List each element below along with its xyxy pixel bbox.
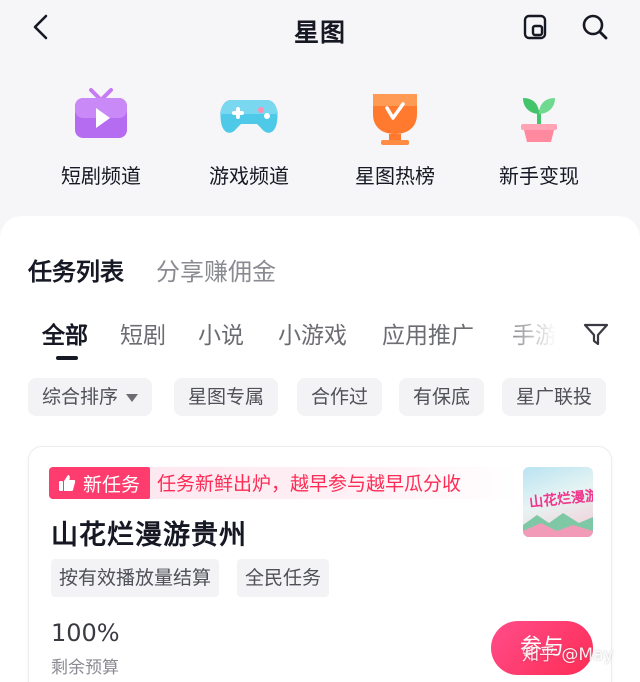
- sprout-icon: [521, 98, 557, 142]
- tab-fade-overlay: [500, 312, 570, 356]
- remaining-budget-value: 100%: [51, 619, 120, 647]
- trophy-icon: [373, 94, 417, 145]
- task-tag: 按有效播放量结算: [51, 559, 220, 597]
- chevron-left-icon[interactable]: [26, 12, 56, 42]
- quick-entry-label: 新手变现: [499, 164, 579, 188]
- gamepad-icon: [220, 100, 278, 133]
- quick-entry-row: 短剧频道 游戏频道 星图热榜 新手变现: [0, 78, 640, 198]
- category-tab-novel[interactable]: 小说: [198, 316, 244, 350]
- thumbnail-scenery: [523, 513, 593, 537]
- caret-down-icon: [126, 393, 139, 402]
- task-panel: 任务列表 分享赚佣金 全部 短剧 小说 小游戏 应用推广 手游 综合排序 星图专…: [0, 216, 640, 682]
- category-tab-short-drama[interactable]: 短剧: [120, 316, 166, 350]
- square-layout-icon[interactable]: [520, 12, 550, 42]
- filter-chip-guaranteed[interactable]: 有保底: [399, 378, 485, 416]
- task-tag: 全民任务: [237, 559, 330, 597]
- list-tab-bar: 任务列表 分享赚佣金: [28, 252, 308, 287]
- banner-text: 任务新鲜出炉，越早参与越早瓜分收: [157, 473, 462, 495]
- quick-entry-short-drama[interactable]: 短剧频道: [36, 78, 166, 189]
- thumbnail-text: 山花烂漫游贵州: [528, 484, 593, 512]
- top-bar: 星图: [0, 0, 640, 62]
- quick-entry-games[interactable]: 游戏频道: [184, 78, 314, 189]
- filter-chip-cooperated[interactable]: 合作过: [297, 378, 383, 416]
- quick-entry-label: 星图热榜: [355, 164, 435, 188]
- quick-entry-hot-list[interactable]: 星图热榜: [330, 78, 460, 189]
- quick-entry-label: 短剧频道: [61, 164, 141, 188]
- sort-label: 综合排序: [42, 386, 119, 408]
- watermark: 知乎 @May: [522, 645, 614, 665]
- tab-task-list[interactable]: 任务列表: [28, 252, 124, 287]
- category-tab-mini-game[interactable]: 小游戏: [278, 316, 347, 350]
- category-tab-all[interactable]: 全部: [42, 316, 88, 350]
- filter-funnel-icon[interactable]: [582, 320, 610, 348]
- category-tab-app-promo[interactable]: 应用推广: [382, 316, 474, 350]
- filter-chip-exclusive[interactable]: 星图专属: [174, 378, 279, 416]
- filter-chip-joint-ads[interactable]: 星广联投: [502, 378, 607, 416]
- page-title: 星图: [293, 18, 346, 47]
- badge-label: 新任务: [83, 473, 141, 496]
- tab-share-commission[interactable]: 分享赚佣金: [156, 252, 276, 287]
- tv-play-icon: [75, 88, 127, 138]
- quick-entry-label: 游戏频道: [209, 164, 289, 188]
- quick-entry-monetize[interactable]: 新手变现: [474, 78, 604, 189]
- new-task-badge: 新任务: [49, 467, 151, 499]
- thumbs-up-icon: [59, 475, 76, 491]
- task-title: 山花烂漫游贵州: [51, 520, 247, 551]
- active-tab-indicator: [56, 356, 78, 360]
- remaining-budget-label: 剩余预算: [51, 658, 119, 678]
- search-icon[interactable]: [580, 12, 610, 42]
- task-thumbnail: 山花烂漫游贵州: [523, 467, 593, 537]
- sort-dropdown[interactable]: 综合排序: [28, 378, 153, 416]
